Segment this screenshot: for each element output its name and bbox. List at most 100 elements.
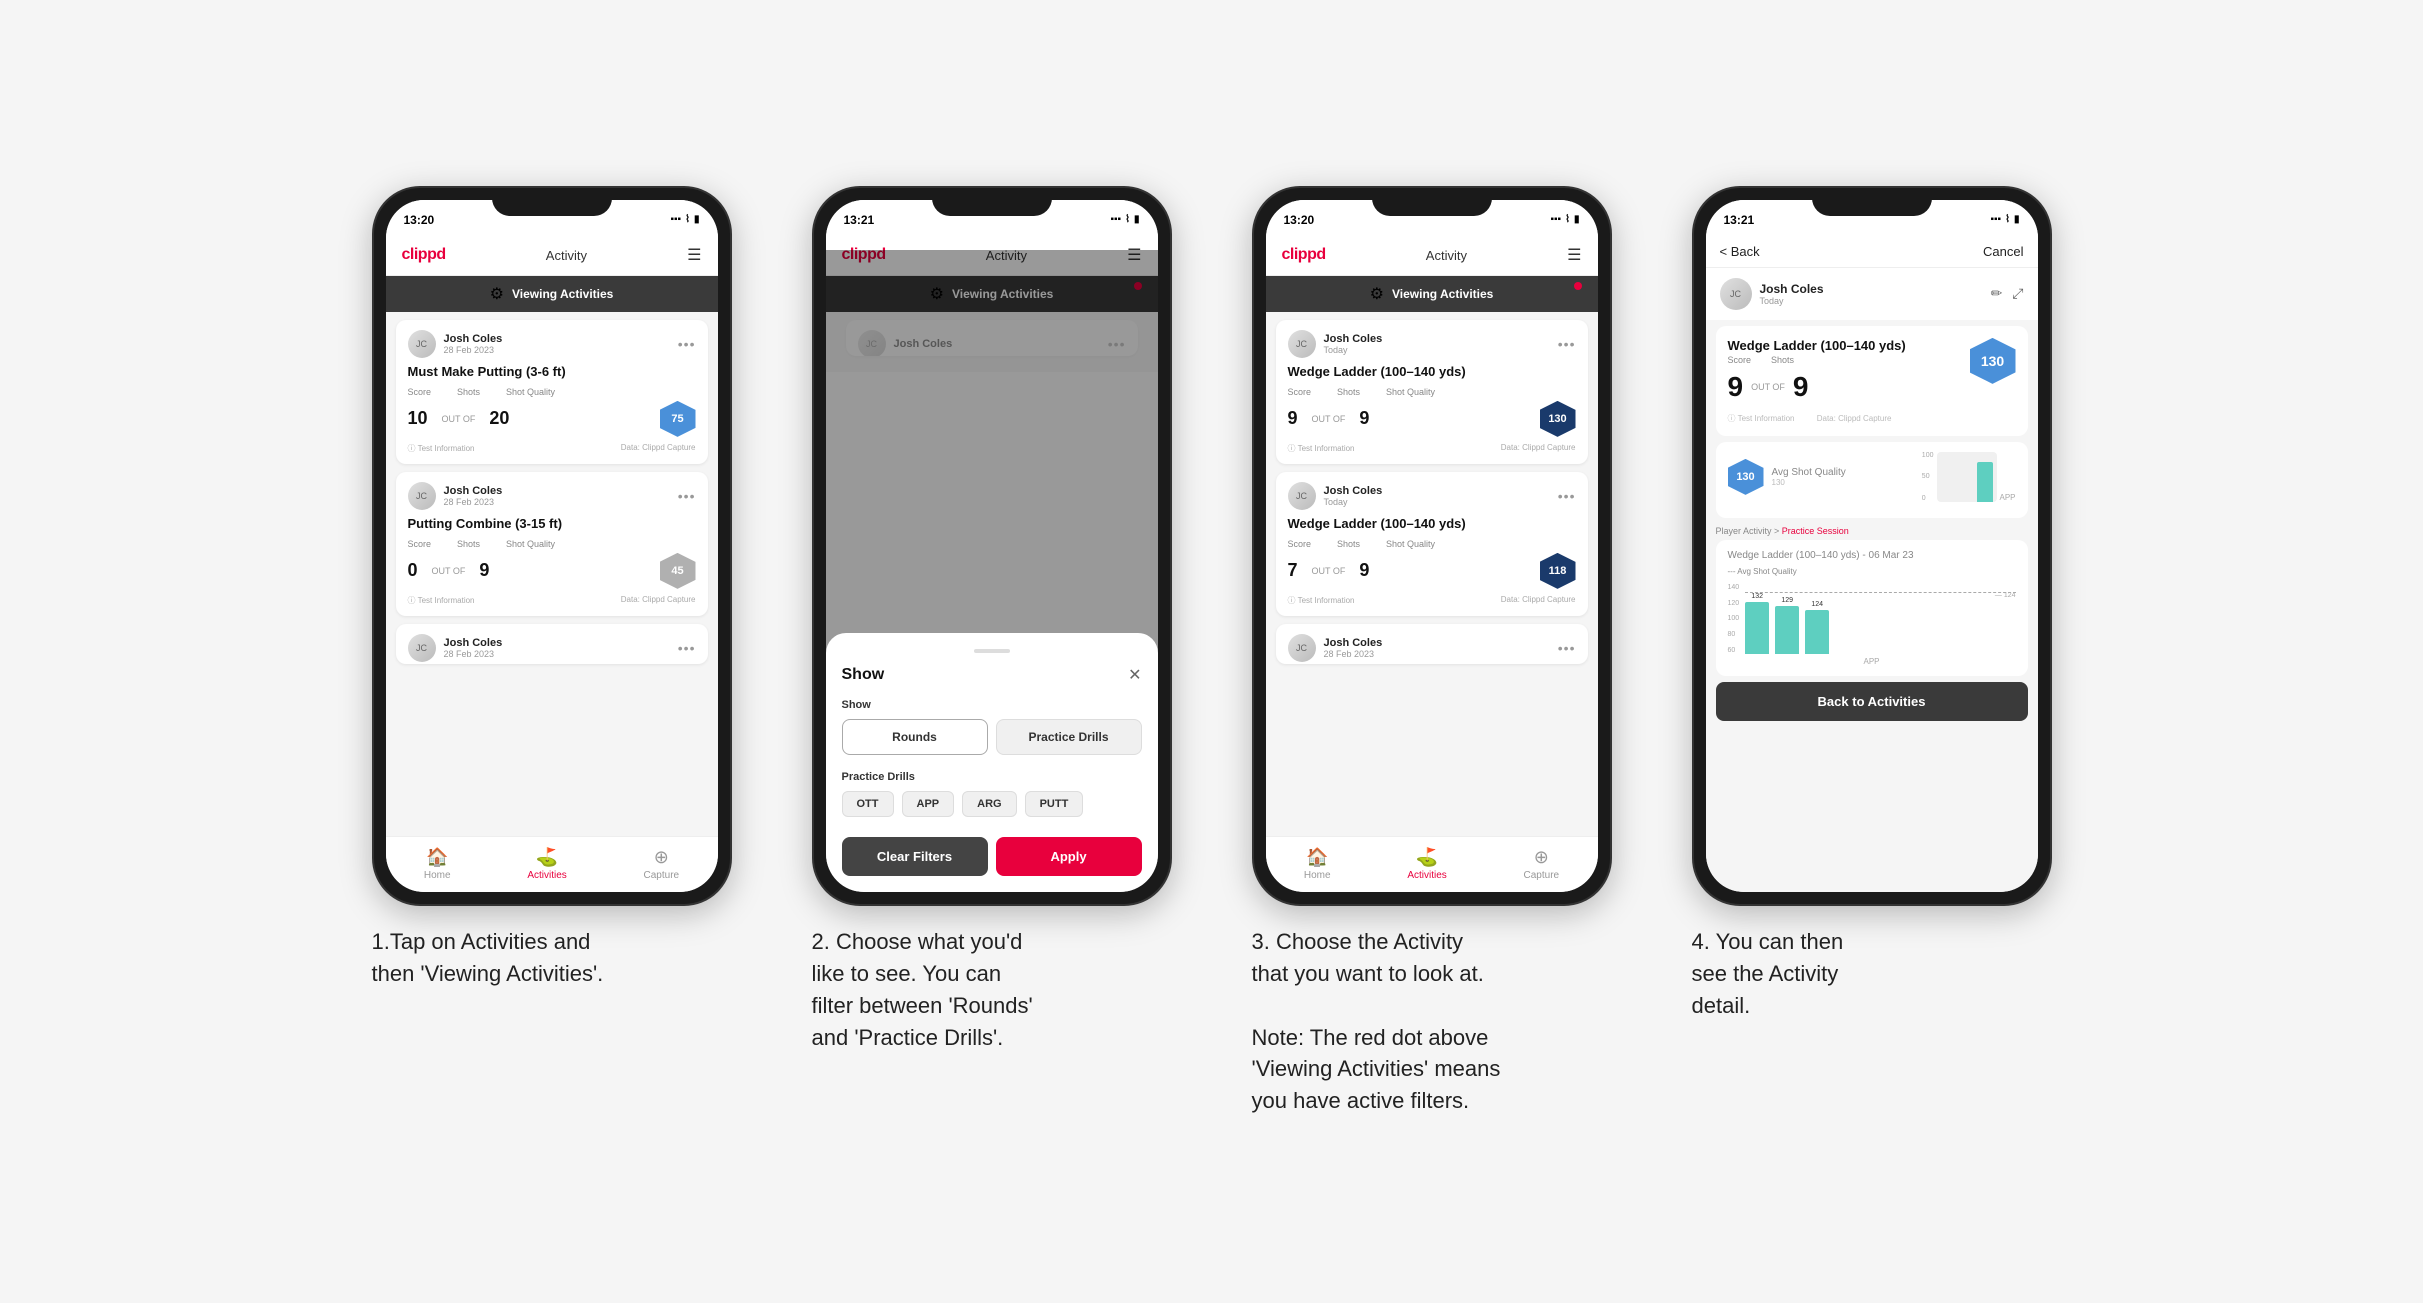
card-menu-1-1[interactable]: ••• (678, 336, 696, 352)
test-info-1-2: ⓘ Test Information (408, 595, 475, 606)
card-footer-1-1: ⓘ Test Information Data: Clippd Capture (408, 443, 696, 454)
capture-icon-3: ⊕ (1534, 847, 1549, 868)
practice-session-4: Player Activity > Practice Session (1706, 524, 2038, 540)
chip-app-2[interactable]: APP (902, 791, 955, 817)
outof-1-1: OUT OF (442, 414, 476, 424)
filter-header-2: Show ✕ (842, 665, 1142, 685)
phone-frame-1: 13:20 ▪▪▪ ⌇ ▮ clippd Activity ☰ ⚙ View (372, 186, 732, 906)
clear-filters-btn-2[interactable]: Clear Filters (842, 837, 988, 876)
phone-screen-4: 13:21 ▪▪▪ ⌇ ▮ < Back Cancel (1706, 200, 2038, 892)
nav-activities-3[interactable]: ⛳ Activities (1407, 847, 1446, 881)
shots-label-3-1: Shots (1337, 387, 1360, 397)
card-stats-3-2: 7 OUT OF 9 118 (1288, 553, 1576, 589)
card-menu-1-2[interactable]: ••• (678, 488, 696, 504)
detail-shots-4: 9 (1793, 371, 1809, 403)
wifi-icon-2: ⌇ (1125, 214, 1130, 225)
test-info-3-2: ⓘ Test Information (1288, 595, 1355, 606)
data-capture-3-2: Data: Clippd Capture (1501, 595, 1576, 606)
mini-chart-4 (1937, 452, 1997, 502)
sq-label-1-2: Shot Quality (506, 539, 555, 549)
chip-putt-2[interactable]: PUTT (1025, 791, 1084, 817)
detail-action-icons-4: ✏ ⤢ (1991, 285, 2024, 302)
header-title-3: Activity (1426, 248, 1467, 263)
bar-chart-bars-4: 132 129 124 (1745, 584, 2015, 654)
card-footer-1-2: ⓘ Test Information Data: Clippd Capture (408, 595, 696, 606)
test-info-1-1: ⓘ Test Information (408, 443, 475, 454)
chip-arg-2[interactable]: ARG (962, 791, 1016, 817)
card-menu-3-1[interactable]: ••• (1558, 336, 1576, 352)
chart-section-4: 130 Avg Shot Quality 130 100 50 0 (1716, 442, 2028, 518)
home-icon-1: 🏠 (426, 847, 448, 868)
activity-card-1-1[interactable]: JC Josh Coles 28 Feb 2023 ••• Must Make … (396, 320, 708, 464)
detail-user-name-4: Josh Coles (1760, 282, 1824, 296)
test-info-3-1: ⓘ Test Information (1288, 443, 1355, 454)
detail-score-4: 9 (1728, 371, 1744, 403)
phone-screen-1: 13:20 ▪▪▪ ⌇ ▮ clippd Activity ☰ ⚙ View (386, 200, 718, 892)
card-header-1-1: JC Josh Coles 28 Feb 2023 ••• (408, 330, 696, 358)
battery-icon: ▮ (694, 214, 700, 225)
nav-capture-1[interactable]: ⊕ Capture (644, 847, 680, 881)
nav-activities-label-3: Activities (1407, 870, 1446, 881)
wifi-icon-3: ⌇ (1565, 214, 1570, 225)
card-menu-3-2[interactable]: ••• (1558, 488, 1576, 504)
status-time-1: 13:20 (404, 213, 435, 227)
sq-hex-3-2: 118 (1540, 553, 1576, 589)
hamburger-icon-1[interactable]: ☰ (687, 245, 701, 265)
filter-close-btn-2[interactable]: ✕ (1128, 665, 1141, 685)
signal-icon: ▪▪▪ (670, 214, 681, 225)
expand-icon-4[interactable]: ⤢ (2012, 285, 2023, 302)
nav-home-1[interactable]: 🏠 Home (424, 847, 451, 881)
user-name-1-3: Josh Coles (444, 637, 503, 649)
score-val-3-2: 7 (1288, 560, 1298, 581)
signal-icon-2: ▪▪▪ (1110, 214, 1121, 225)
activity-card-3-2[interactable]: JC Josh Coles Today ••• Wedge Ladder (10… (1276, 472, 1588, 616)
cancel-btn-4[interactable]: Cancel (1983, 244, 2023, 259)
nav-capture-3[interactable]: ⊕ Capture (1524, 847, 1560, 881)
activity-card-1-2[interactable]: JC Josh Coles 28 Feb 2023 ••• Putting Co… (396, 472, 708, 616)
sq-label-1-1: Shot Quality (506, 387, 555, 397)
bottom-nav-3: 🏠 Home ⛳ Activities ⊕ Capture (1266, 836, 1598, 892)
score-val-1-2: 0 (408, 560, 418, 581)
back-btn-4[interactable]: < Back (1720, 244, 1760, 259)
phone-col-1: 13:20 ▪▪▪ ⌇ ▮ clippd Activity ☰ ⚙ View (352, 186, 752, 990)
bar-chart-section-4: Wedge Ladder (100–140 yds) - 06 Mar 23 -… (1716, 540, 2028, 676)
avatar-4: JC (1720, 278, 1752, 310)
card-header-3-2: JC Josh Coles Today ••• (1288, 482, 1576, 510)
caption-2: 2. Choose what you'd like to see. You ca… (812, 926, 1172, 1054)
wifi-icon-4: ⌇ (2005, 214, 2010, 225)
chip-ott-2[interactable]: OTT (842, 791, 894, 817)
phone-notch-4 (1812, 188, 1932, 216)
chart-x-label-4: APP (1728, 657, 2016, 666)
filter-tab-drills-2[interactable]: Practice Drills (996, 719, 1142, 755)
clippd-logo-3: clippd (1282, 246, 1326, 264)
filter-tab-rounds-2[interactable]: Rounds (842, 719, 988, 755)
back-to-activities-btn-4[interactable]: Back to Activities (1716, 682, 2028, 721)
caption-1: 1.Tap on Activities and then 'Viewing Ac… (372, 926, 732, 990)
shots-label-1-2: Shots (457, 539, 480, 549)
hamburger-icon-3[interactable]: ☰ (1567, 245, 1581, 265)
card-stats-1-1: 10 OUT OF 20 75 (408, 401, 696, 437)
viewing-bar-1[interactable]: ⚙ Viewing Activities (386, 276, 718, 312)
detail-user-date-4: Today (1760, 296, 1824, 306)
detail-hex-container-4: 130 (1970, 338, 2016, 384)
nav-activities-1[interactable]: ⛳ Activities (527, 847, 566, 881)
card-header-1-3: JC Josh Coles 28 Feb 2023 ••• (408, 634, 696, 662)
viewing-bar-text-3: Viewing Activities (1392, 287, 1493, 301)
activity-card-3-1[interactable]: JC Josh Coles Today ••• Wedge Ladder (10… (1276, 320, 1588, 464)
viewing-bar-3[interactable]: ⚙ Viewing Activities (1266, 276, 1598, 312)
nav-home-3[interactable]: 🏠 Home (1304, 847, 1331, 881)
activity-card-3-3[interactable]: JC Josh Coles 28 Feb 2023 ••• (1276, 624, 1588, 664)
shots-label-1-1: Shots (457, 387, 480, 397)
score-val-1-1: 10 (408, 408, 428, 429)
status-icons-2: ▪▪▪ ⌇ ▮ (1110, 214, 1139, 225)
phone-screen-3: 13:20 ▪▪▪ ⌇ ▮ clippd Activity ☰ ⚙ View (1266, 200, 1598, 892)
user-date-3-3: 28 Feb 2023 (1324, 649, 1383, 659)
card-menu-1-3[interactable]: ••• (678, 640, 696, 656)
activity-card-1-3[interactable]: JC Josh Coles 28 Feb 2023 ••• (396, 624, 708, 664)
sq-hex-1-2: 45 (660, 553, 696, 589)
phone-notch-3 (1372, 188, 1492, 216)
card-title-3-2: Wedge Ladder (100–140 yds) (1288, 516, 1576, 531)
apply-btn-2[interactable]: Apply (996, 837, 1142, 876)
sq-hex-1-1: 75 (660, 401, 696, 437)
edit-icon-4[interactable]: ✏ (1991, 285, 2003, 302)
